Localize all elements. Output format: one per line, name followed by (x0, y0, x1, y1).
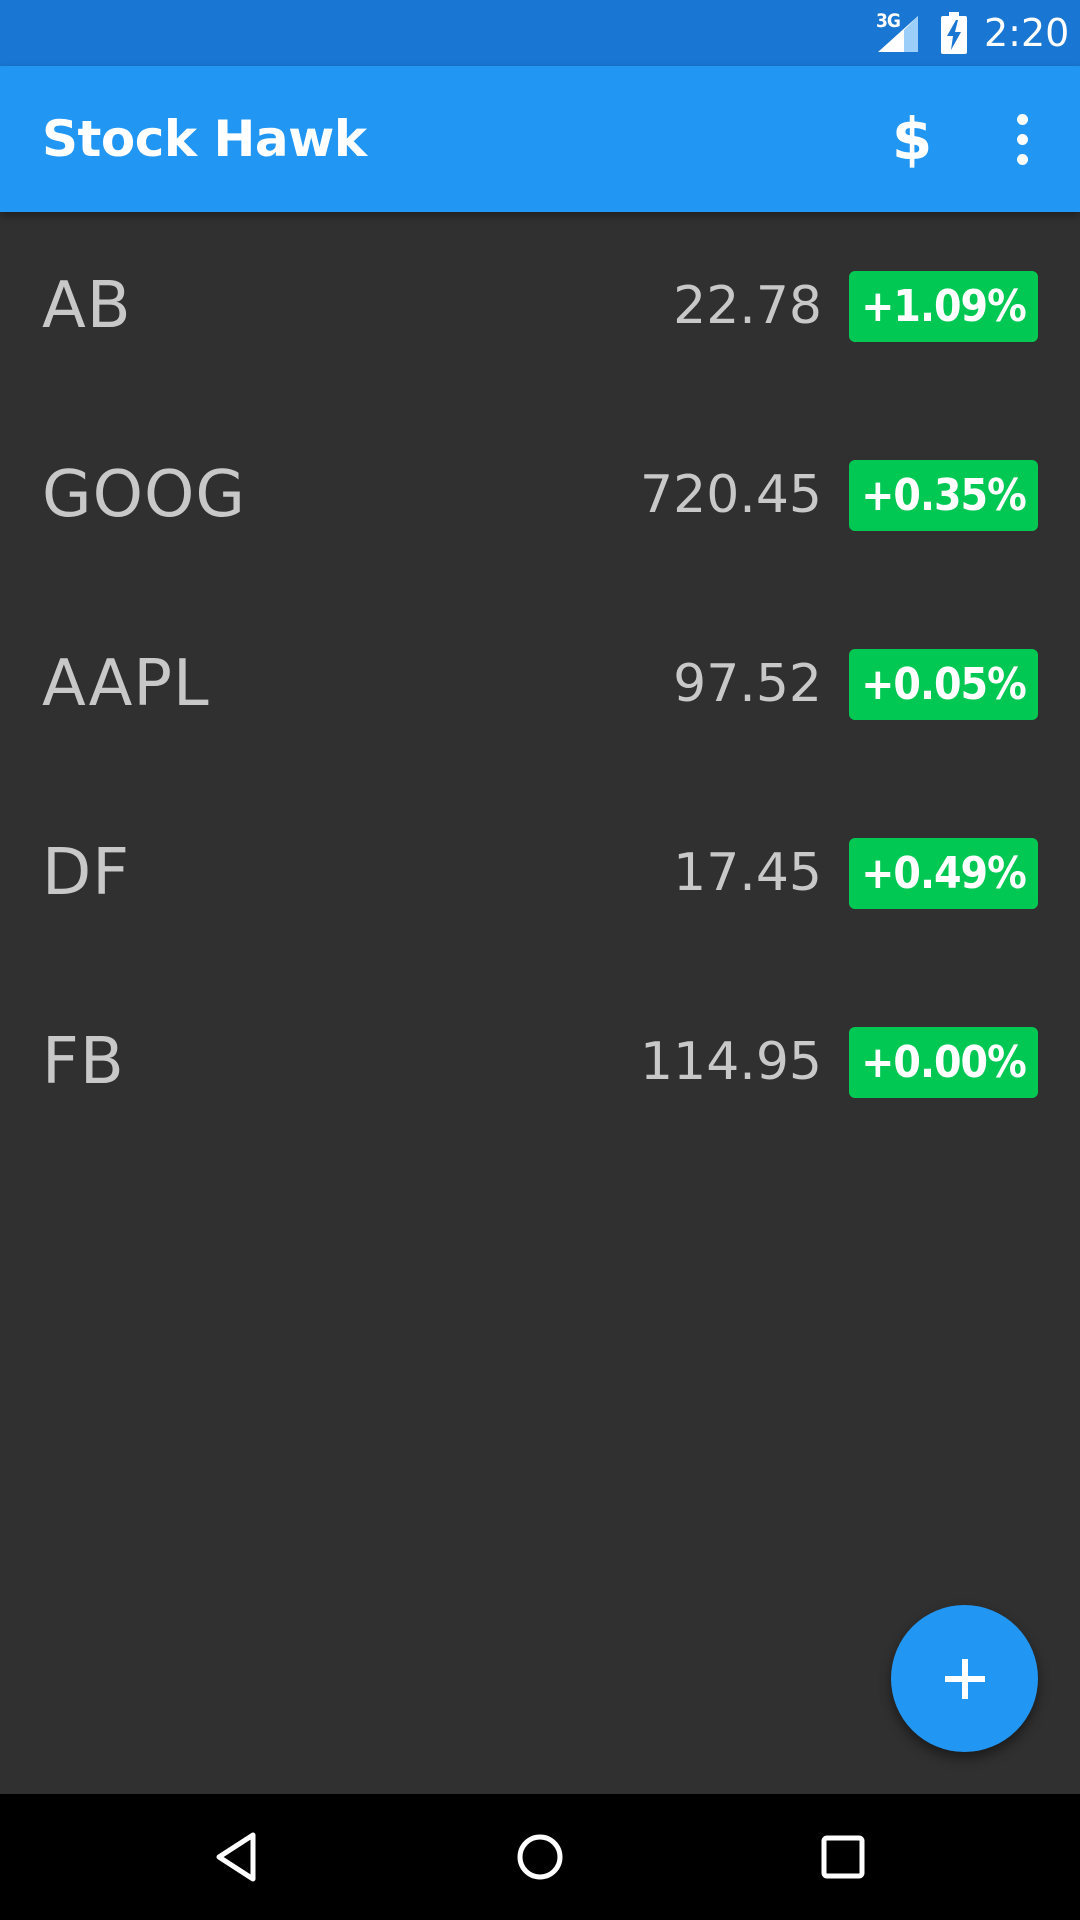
home-button[interactable] (485, 1812, 595, 1902)
signal-icon (878, 16, 918, 52)
recents-button[interactable] (788, 1812, 898, 1902)
stock-price: 720.45 (640, 465, 822, 525)
more-vert-icon-dot-2 (1016, 133, 1028, 145)
stock-row-df[interactable]: DF 17.45 +0.49% (0, 779, 1080, 968)
stock-symbol: FB (42, 1025, 125, 1099)
more-options-button[interactable] (982, 99, 1062, 179)
stock-change-badge[interactable]: +1.09% (849, 271, 1038, 342)
stock-change-badge[interactable]: +0.35% (849, 460, 1038, 531)
stock-change-badge[interactable]: +0.00% (849, 1027, 1038, 1098)
more-vert-icon-dot-3 (1016, 153, 1028, 165)
recents-icon (821, 1835, 865, 1879)
stock-price: 97.52 (673, 654, 822, 714)
app-bar: Stock Hawk $ (0, 66, 1080, 212)
stock-price: 22.78 (673, 276, 822, 336)
home-icon (517, 1834, 563, 1880)
add-icon (944, 1658, 985, 1699)
stock-row-goog[interactable]: GOOG 720.45 +0.35% (0, 401, 1080, 590)
stock-row-ab[interactable]: AB 22.78 +1.09% (0, 212, 1080, 401)
stock-symbol: AAPL (42, 647, 210, 721)
stock-symbol: AB (42, 269, 132, 343)
stock-price: 114.95 (640, 1032, 822, 1092)
stock-symbol: DF (42, 836, 131, 910)
system-nav-bar (0, 1794, 1080, 1920)
status-clock: 2:20 (984, 11, 1070, 55)
more-vert-icon (1016, 113, 1028, 125)
stock-symbol: GOOG (42, 458, 246, 532)
back-icon (216, 1832, 256, 1882)
stock-list: AB 22.78 +1.09% GOOG 720.45 +0.35% AAPL … (0, 212, 1080, 1157)
stock-row-aapl[interactable]: AAPL 97.52 +0.05% (0, 590, 1080, 779)
currency-toggle-button[interactable]: $ (872, 99, 952, 179)
add-stock-fab[interactable] (891, 1605, 1038, 1752)
back-button[interactable] (182, 1812, 292, 1902)
stock-change-badge[interactable]: +0.05% (849, 649, 1038, 720)
stock-change-badge[interactable]: +0.49% (849, 838, 1038, 909)
battery-charging-icon (941, 12, 967, 54)
status-bar: 3G 2:20 (0, 0, 1080, 66)
stock-row-fb[interactable]: FB 114.95 +0.00% (0, 968, 1080, 1157)
app-title: Stock Hawk (42, 110, 367, 168)
stock-price: 17.45 (673, 843, 822, 903)
dollar-icon: $ (891, 105, 933, 173)
